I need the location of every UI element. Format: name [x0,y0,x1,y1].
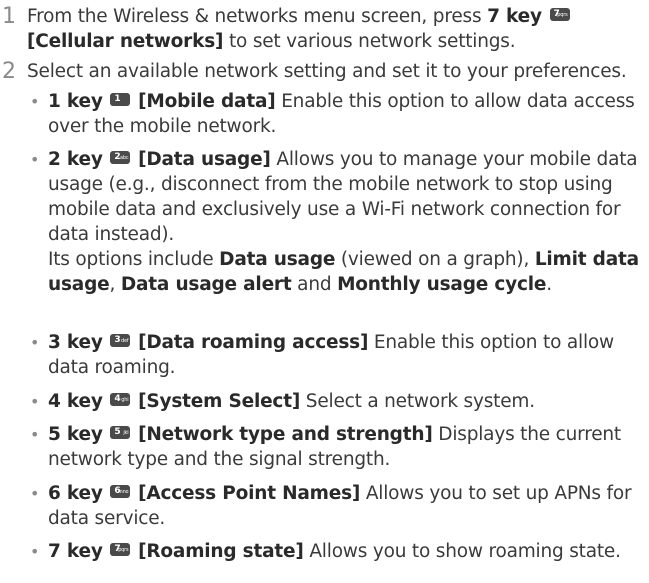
step-text: Select an available network setting and … [27,61,627,82]
bullet-dot: • [30,542,40,561]
bullet-dot: • [30,92,40,111]
key-name: 5 key [48,424,103,445]
key-1-icon: 1 [110,93,131,106]
bullet-text: 7 key 7 pqrs [Roaming state] Allows you t… [48,539,648,564]
bullet-dot: • [30,333,40,352]
keycap-digit: 5 [114,427,121,437]
bullet-dot: • [30,425,40,444]
bullet-text: 5 key 5 jkl [Network type and strength] D… [48,422,648,472]
key-7-icon: 7 pqrs [110,543,131,556]
keycap-letters: ghi [121,397,129,403]
bullet-description: Enable this option to allow data access … [48,91,635,137]
options-intro: Its options include [48,249,220,270]
keycap-digit: 4 [114,394,121,404]
options-end: . [546,274,552,295]
step-text-pre: From the Wireless & networks menu screen… [27,6,488,27]
key-name: 3 key [48,332,103,353]
menu-label: [Data roaming access] [138,332,369,353]
options-sep: and [291,274,338,295]
option-monthly-usage-cycle: Monthly usage cycle [337,274,547,295]
bullet-dot: • [30,392,40,411]
options-sep: (viewed on a graph), [335,249,535,270]
menu-label: [Mobile data] [138,91,276,112]
menu-label: [Roaming state] [138,541,304,562]
keycap-digit: 1 [114,94,121,104]
bullet-description: Allows you to manage your mobile data us… [48,149,638,245]
menu-label: [Network type and strength] [138,424,433,445]
keycap-letters: pqrs [118,547,129,553]
key-3-icon: 3 def [110,334,131,347]
keycap-letters: def [121,338,129,344]
options-sep: , [109,274,121,295]
step-text-post: to set various network settings. [223,31,516,52]
menu-label: [Cellular networks] [27,31,224,52]
keycap-letters: abc [120,155,129,161]
key-5-icon: 5 jkl [110,426,131,439]
bullet-description: Allows you to show roaming state. [303,541,621,562]
key-name: 7 key [487,6,542,27]
key-name: 4 key [48,391,103,412]
bullet-dot: • [30,150,40,169]
key-4-icon: 4 ghi [110,393,131,406]
bullet-description: Select a network system. [300,391,535,412]
keycap-digit: 3 [114,335,121,345]
key-name: 7 key [48,541,103,562]
key-name: 2 key [48,149,103,170]
key-name: 1 key [48,91,103,112]
step-number: 2 [2,59,16,84]
menu-label: [System Select] [138,391,301,412]
manual-page: 1 From the Wireless & networks menu scre… [0,0,649,583]
menu-label: [Access Point Names] [138,483,361,504]
keycap-letters: jkl [123,430,129,436]
step-number: 1 [2,4,16,29]
bullet-text: 6 key 6 mno [Access Point Names] Allows y… [48,481,648,531]
key-7-icon: 7 pqrs [549,8,570,21]
bullet-text: 3 key 3 def [Data roaming access] Enable … [48,330,648,380]
option-data-usage: Data usage [219,249,336,270]
keycap-letters: mno [117,489,129,495]
key-6-icon: 6 mno [110,485,131,498]
bullet-dot: • [30,484,40,503]
key-name: 6 key [48,483,103,504]
step-text: From the Wireless & networks menu screen… [27,4,642,54]
bullet-text: 4 key 4 ghi [System Select] Select a netw… [48,389,648,414]
keycap-letters: pqrs [557,12,568,18]
bullet-text: 2 key 2 abc [Data usage] Allows you to ma… [48,147,648,297]
key-2-icon: 2 abc [110,151,131,164]
bullet-text: 1 key 1 [Mobile data] Enable this option… [48,89,648,139]
menu-label: [Data usage] [138,149,271,170]
option-data-usage-alert: Data usage alert [120,274,292,295]
